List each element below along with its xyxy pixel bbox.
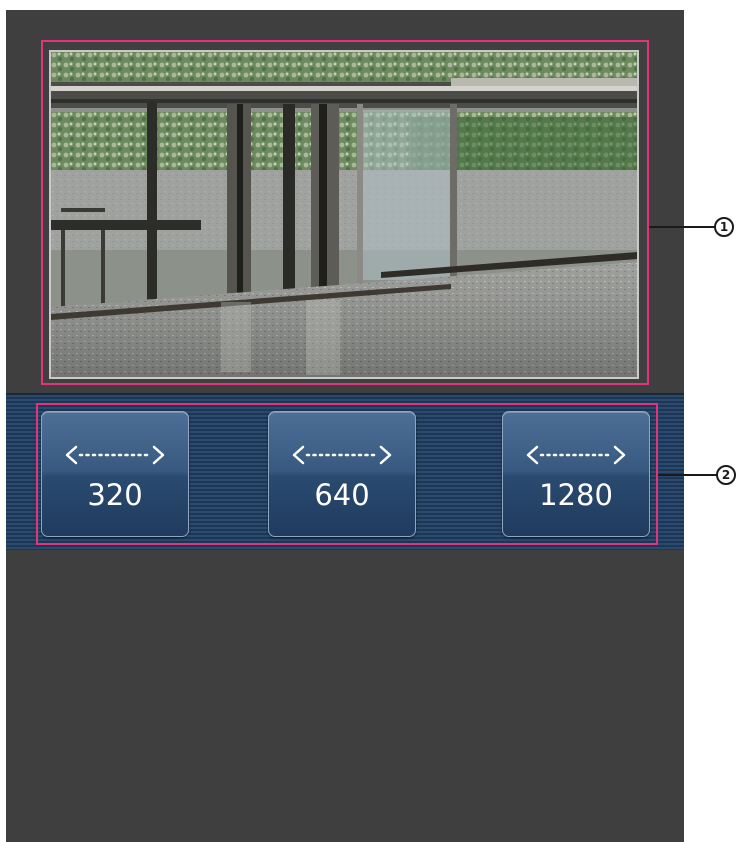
horizontal-width-arrow-icon [292,445,392,465]
callout-2-number: 2 [716,465,736,485]
image-size-320-button[interactable]: 320 [41,411,189,537]
bench [51,220,201,230]
callout-1-leader-line [649,226,715,228]
mullion [147,102,157,327]
image-size-640-button[interactable]: 640 [268,411,416,537]
camera-live-image[interactable] [49,50,639,379]
horizontal-width-arrow-icon [526,445,626,465]
camera-image-highlight-frame [41,40,649,385]
image-size-1280-label: 1280 [539,478,613,512]
horizontal-width-arrow-icon [65,445,165,465]
image-size-1280-button[interactable]: 1280 [502,411,650,537]
callout-2-leader-line [658,474,718,476]
callout-1-number: 1 [714,217,734,237]
image-size-640-label: 640 [314,478,370,512]
image-size-320-label: 320 [87,478,143,512]
camera-scene [51,52,637,377]
